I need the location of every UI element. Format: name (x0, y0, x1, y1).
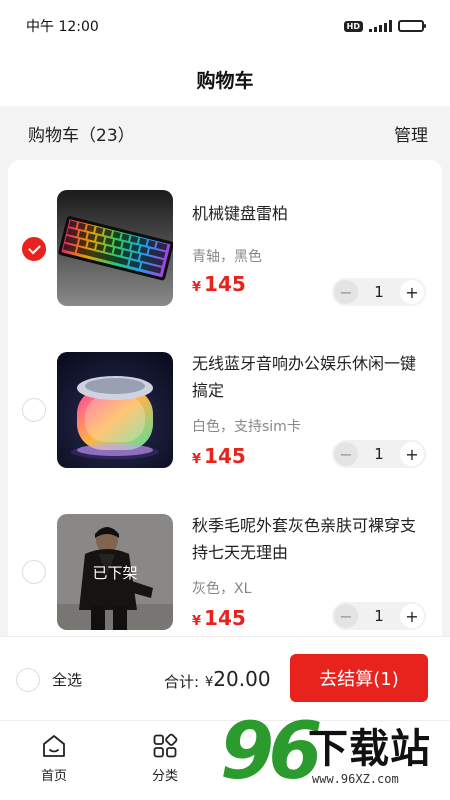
currency-symbol: ¥ (192, 614, 202, 629)
home-icon (43, 735, 65, 757)
status-bar: 中午 12:00 HD (0, 0, 450, 52)
product-image-speaker[interactable] (57, 352, 173, 468)
decrease-button[interactable]: − (334, 280, 358, 304)
tab-home[interactable]: 首页 (24, 733, 84, 784)
total-label: 合计: (164, 673, 200, 691)
total-value: 20.00 (213, 667, 271, 691)
product-name[interactable]: 机械键盘雷柏 (192, 200, 430, 227)
select-all-label[interactable]: 全选 (52, 669, 82, 690)
decrease-button[interactable]: − (334, 604, 358, 628)
increase-button[interactable]: + (399, 442, 424, 466)
quantity-stepper: − 1 + (332, 278, 426, 306)
cart-item: 无线蓝牙音响办公娱乐休闲一键搞定 白色，支持sim卡 ¥145 − 1 + (8, 352, 442, 492)
watermark-text: 下载站 (308, 726, 431, 772)
currency-symbol: ¥ (192, 452, 202, 467)
price-value: 145 (204, 444, 246, 468)
tab-category[interactable]: 分类 (135, 733, 195, 784)
tab-label: 分类 (151, 769, 178, 784)
quantity-stepper: − 1 + (332, 602, 426, 630)
product-image-keyboard[interactable] (57, 190, 173, 306)
decrease-button[interactable]: − (334, 442, 358, 466)
cart-subheader: 购物车（23） 管理 (0, 106, 450, 160)
battery-icon (398, 20, 426, 32)
currency-symbol: ¥ (192, 280, 202, 295)
status-icons: HD (343, 20, 426, 32)
quantity-value[interactable]: 1 (374, 607, 384, 625)
cart-item: 机械键盘雷柏 青轴，黑色 ¥145 − 1 + (8, 190, 442, 330)
product-name[interactable]: 秋季毛呢外套灰色亲肤可裸穿支持七天无理由 (192, 512, 430, 566)
page-header: 购物车 (0, 52, 450, 106)
page-title: 购物车 (196, 69, 254, 92)
watermark-url: www.96XZ.com (312, 772, 399, 786)
watermark-digits: 96 (220, 707, 323, 797)
signal-icon (369, 20, 392, 32)
item-checkbox-checked[interactable] (22, 237, 46, 261)
item-checkbox[interactable] (22, 398, 46, 422)
increase-button[interactable]: + (399, 280, 424, 304)
select-all-checkbox[interactable] (16, 668, 40, 692)
cart-item: 已下架 秋季毛呢外套灰色亲肤可裸穿支持七天无理由 灰色，XL ¥145 − 1 … (8, 514, 442, 654)
category-icon (153, 733, 178, 758)
status-time: 中午 12:00 (26, 19, 99, 35)
manage-button[interactable]: 管理 (394, 121, 428, 146)
increase-button[interactable]: + (399, 604, 424, 628)
product-spec: 灰色，XL (192, 581, 252, 597)
product-spec: 白色，支持sim卡 (192, 419, 301, 435)
cart-list: 机械键盘雷柏 青轴，黑色 ¥145 − 1 + 无线蓝牙音响办公娱乐休闲一键搞定… (8, 160, 442, 660)
hd-badge: HD (343, 20, 363, 32)
quantity-stepper: − 1 + (332, 440, 426, 468)
product-name[interactable]: 无线蓝牙音响办公娱乐休闲一键搞定 (192, 350, 430, 404)
delisted-overlay: 已下架 (57, 514, 173, 630)
product-image-coat[interactable]: 已下架 (57, 514, 173, 630)
quantity-value[interactable]: 1 (374, 445, 384, 463)
tab-label: 首页 (40, 769, 67, 784)
item-checkbox[interactable] (22, 560, 46, 584)
total-amount: ¥20.00 (205, 667, 271, 691)
product-spec: 青轴，黑色 (192, 249, 262, 265)
price-value: 145 (204, 272, 246, 296)
product-price: ¥145 (192, 606, 246, 630)
site-watermark: 96 下载站 www.96XZ.com (220, 712, 450, 800)
product-price: ¥145 (192, 444, 246, 468)
quantity-value[interactable]: 1 (374, 283, 384, 301)
cart-count-label: 购物车（23） (28, 125, 135, 146)
product-price: ¥145 (192, 272, 246, 296)
price-value: 145 (204, 606, 246, 630)
checkout-button[interactable]: 去结算(1) (290, 654, 428, 702)
